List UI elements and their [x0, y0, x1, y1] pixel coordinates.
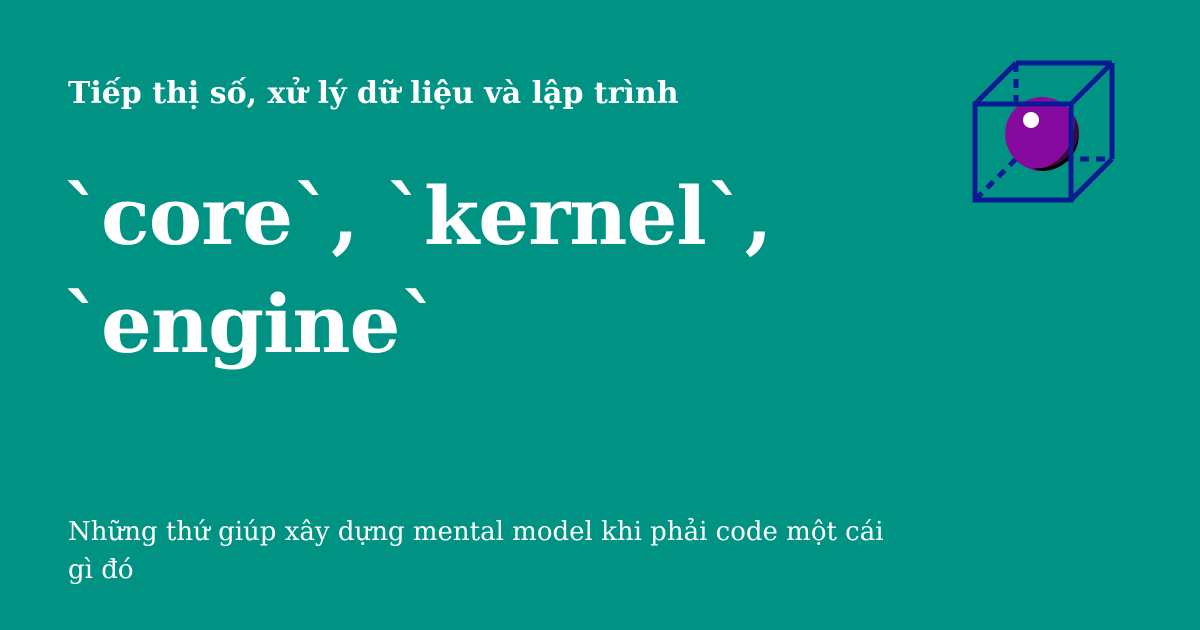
cube-with-sphere-icon — [972, 60, 1115, 203]
site-title: Tiếp thị số, xử lý dữ liệu và lập trình — [68, 76, 679, 111]
sphere — [1005, 97, 1079, 171]
sphere-highlight — [1023, 112, 1039, 128]
post-title: `core`, `kernel`, `engine` — [62, 169, 773, 371]
post-description: Những thứ giúp xây dựng mental model khi… — [68, 517, 884, 585]
